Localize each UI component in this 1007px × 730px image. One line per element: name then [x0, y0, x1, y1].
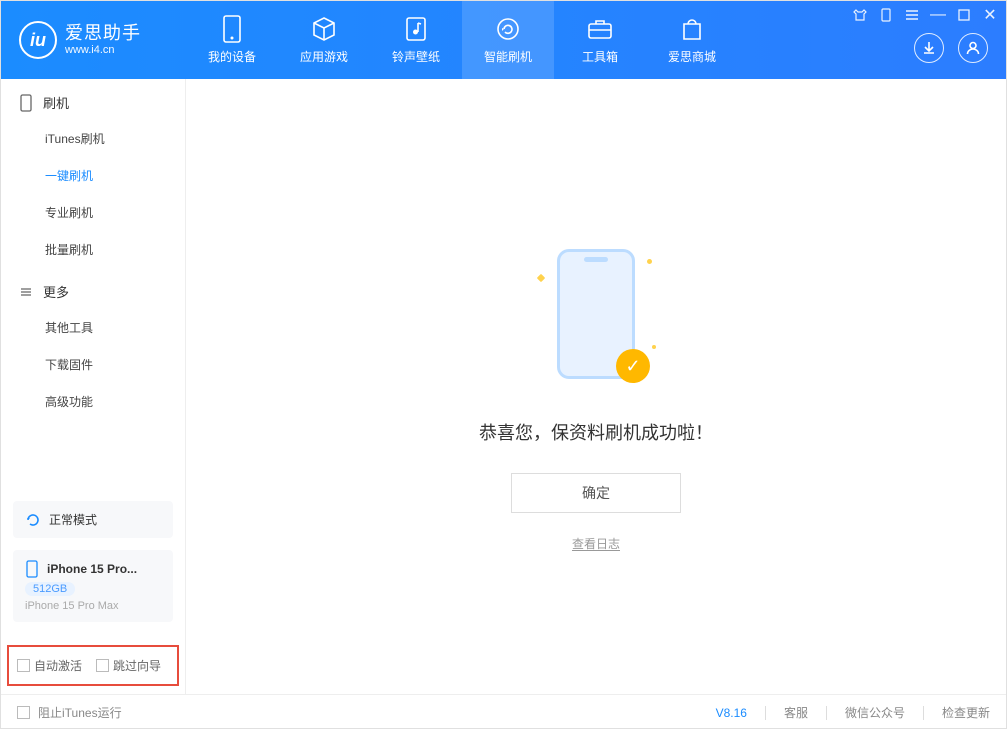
footer-update[interactable]: 检查更新	[942, 704, 990, 721]
menu-icon[interactable]	[904, 7, 920, 23]
app-logo: iu 爱思助手 www.i4.cn	[1, 1, 186, 79]
music-icon	[403, 16, 429, 42]
refresh-gear-icon	[495, 16, 521, 42]
nav-label: 智能刷机	[484, 48, 532, 65]
success-message: 恭喜您，保资料刷机成功啦！	[479, 419, 713, 445]
nav-apps-games[interactable]: 应用游戏	[278, 1, 370, 79]
download-button[interactable]	[914, 33, 944, 63]
device-mode-block[interactable]: 正常模式	[13, 501, 173, 538]
footer-service[interactable]: 客服	[784, 704, 808, 721]
ok-button[interactable]: 确定	[511, 473, 681, 513]
phone-icon	[19, 94, 33, 112]
checkbox-auto-activate[interactable]: 自动激活	[17, 657, 82, 674]
success-illustration: ✓	[546, 249, 646, 389]
device-info-block[interactable]: iPhone 15 Pro... 512GB iPhone 15 Pro Max	[13, 550, 173, 622]
toolbox-icon	[587, 16, 613, 42]
sidebar-item-other-tools[interactable]: 其他工具	[1, 309, 185, 346]
sidebar-item-download-firmware[interactable]: 下载固件	[1, 346, 185, 383]
nav-toolbox[interactable]: 工具箱	[554, 1, 646, 79]
device-icon	[219, 16, 245, 42]
nav-label: 我的设备	[208, 48, 256, 65]
more-icon	[19, 285, 33, 299]
view-log-link[interactable]: 查看日志	[572, 535, 620, 552]
checkbox-skip-wizard[interactable]: 跳过向导	[96, 657, 161, 674]
nav-my-device[interactable]: 我的设备	[186, 1, 278, 79]
sidebar-group-flash: 刷机	[1, 79, 185, 120]
options-highlight-box: 自动激活 跳过向导	[7, 645, 179, 686]
device-name: iPhone 15 Pro...	[47, 562, 137, 576]
sidebar-group-more: 更多	[1, 268, 185, 309]
sidebar-item-itunes-flash[interactable]: iTunes刷机	[1, 120, 185, 157]
nav-label: 应用游戏	[300, 48, 348, 65]
device-storage: 512GB	[25, 582, 75, 596]
nav-label: 爱思商城	[668, 48, 716, 65]
nav-smart-flash[interactable]: 智能刷机	[462, 1, 554, 79]
cube-icon	[311, 16, 337, 42]
nav-store[interactable]: 爱思商城	[646, 1, 738, 79]
nav-label: 铃声壁纸	[392, 48, 440, 65]
minimize-button[interactable]: —	[930, 7, 946, 23]
sidebar-item-batch-flash[interactable]: 批量刷机	[1, 231, 185, 268]
logo-icon: iu	[19, 21, 57, 59]
mode-label: 正常模式	[49, 511, 97, 528]
bag-icon	[679, 16, 705, 42]
phone-small-icon[interactable]	[878, 7, 894, 23]
sidebar-item-pro-flash[interactable]: 专业刷机	[1, 194, 185, 231]
app-name-en: www.i4.cn	[65, 44, 141, 56]
device-model: iPhone 15 Pro Max	[25, 600, 161, 612]
footer-wechat[interactable]: 微信公众号	[845, 704, 905, 721]
user-button[interactable]	[958, 33, 988, 63]
sidebar-item-advanced[interactable]: 高级功能	[1, 383, 185, 420]
sidebar-item-onekey-flash[interactable]: 一键刷机	[1, 157, 185, 194]
nav-label: 工具箱	[582, 48, 618, 65]
refresh-icon	[25, 512, 41, 528]
checkbox-block-itunes[interactable]: 阻止iTunes运行	[17, 704, 122, 721]
app-name-cn: 爱思助手	[65, 24, 141, 44]
nav-ringtone-wallpaper[interactable]: 铃声壁纸	[370, 1, 462, 79]
close-button[interactable]: ✕	[982, 7, 998, 23]
skin-icon[interactable]	[852, 7, 868, 23]
phone-icon	[25, 560, 39, 578]
check-badge-icon: ✓	[616, 349, 650, 383]
maximize-button[interactable]	[956, 7, 972, 23]
version-label: V8.16	[716, 706, 747, 720]
